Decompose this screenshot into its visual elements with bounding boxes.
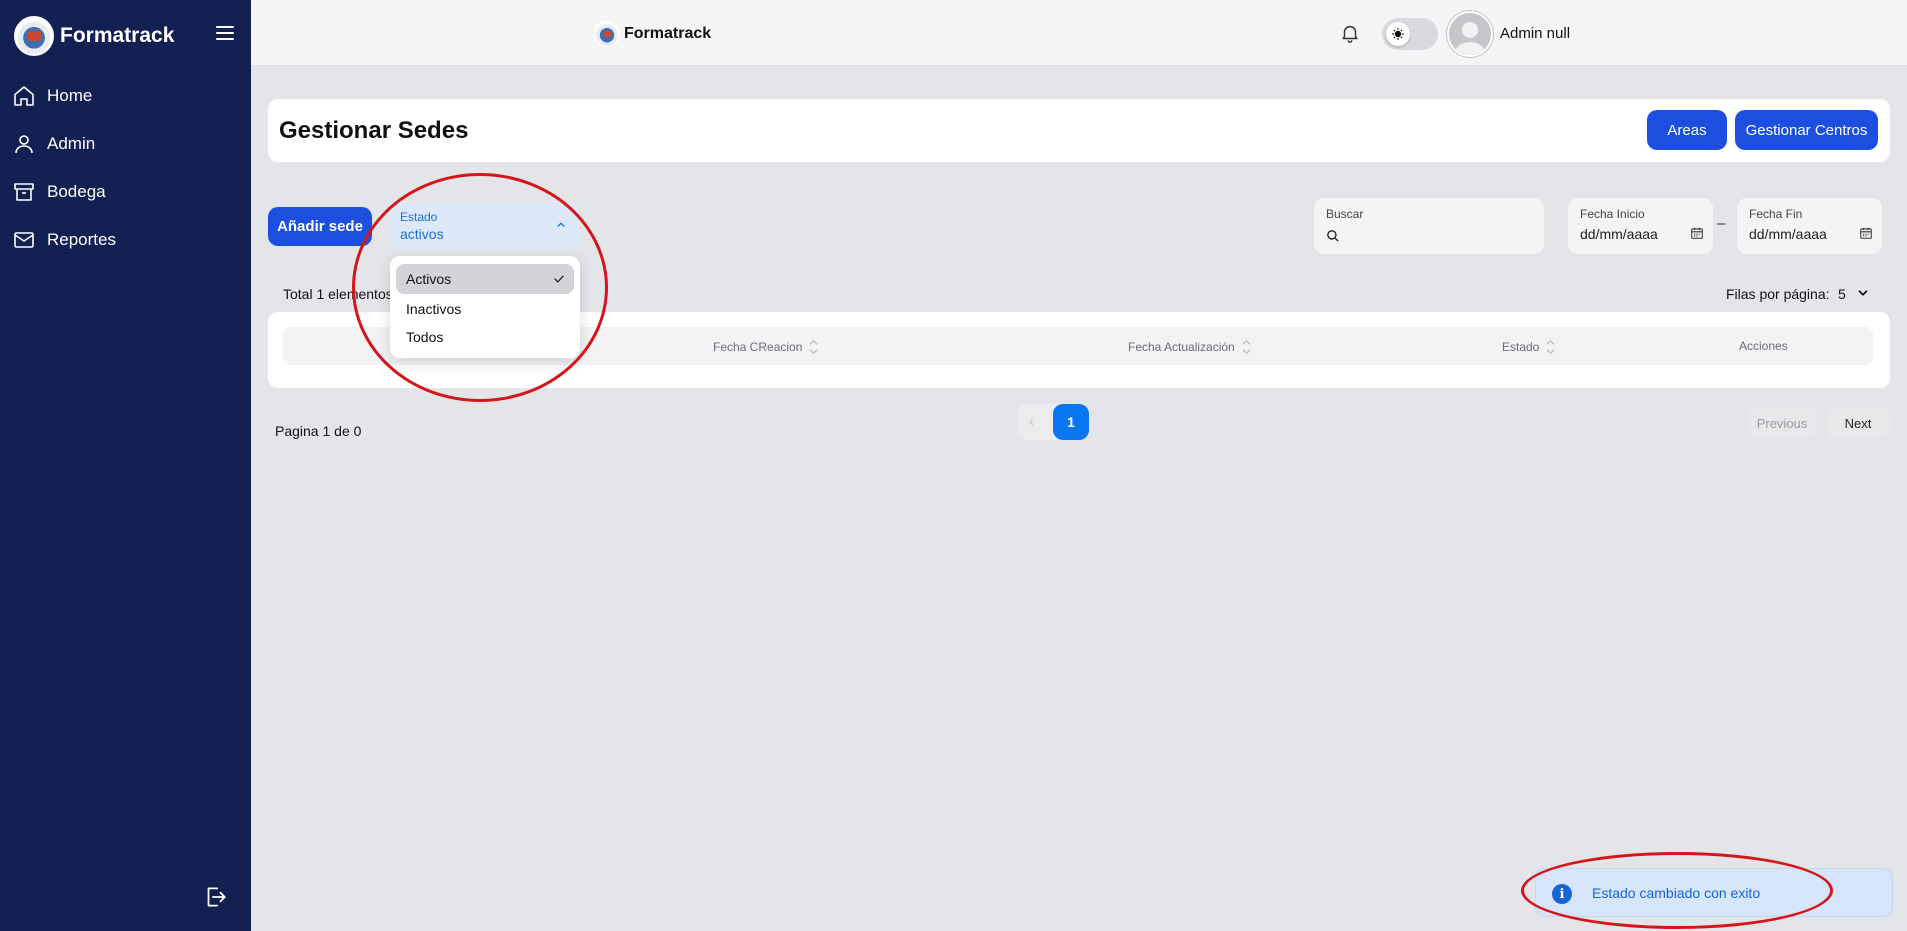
logo-icon (594, 21, 620, 47)
username[interactable]: Admin null (1500, 25, 1570, 42)
sidebar-item-label: Bodega (47, 182, 106, 201)
sort-icon (1242, 339, 1251, 355)
archive-icon (14, 183, 34, 201)
pager-prev-arrow[interactable]: ‹ (1029, 413, 1034, 429)
sidebar-item-label: Reportes (47, 230, 116, 249)
sort-icon (1546, 339, 1555, 355)
rows-per-page-select[interactable]: 5 (1838, 286, 1846, 302)
avatar[interactable] (1447, 11, 1493, 57)
fecha-fin-value: dd/mm/aaaa (1749, 226, 1827, 242)
column-header-fecha-creacion[interactable]: Fecha CReacion (713, 339, 818, 355)
brand-name: Formatrack (60, 24, 175, 47)
page-number-button[interactable]: 1 (1053, 404, 1089, 440)
topbar-brand: Formatrack (594, 21, 711, 47)
page-header: Gestionar Sedes Areas Gestionar Centros (268, 99, 1890, 162)
topbar-brand-name: Formatrack (624, 25, 712, 42)
date-range-separator: – (1717, 215, 1726, 232)
sidebar-item-bodega[interactable]: Bodega (0, 168, 251, 216)
calendar-icon[interactable] (1859, 226, 1873, 240)
search-icon (1327, 230, 1339, 242)
page-title: Gestionar Sedes (279, 117, 469, 144)
sidebar-item-label: Home (47, 86, 93, 105)
add-sede-button[interactable]: Añadir sede (268, 207, 372, 246)
sidebar-item-home[interactable]: Home (0, 72, 251, 120)
sidebar: Formatrack Home Admin Bodega Reportes (0, 0, 251, 931)
search-label: Buscar (1326, 207, 1364, 221)
rows-per-page-label: Filas por página: (1726, 286, 1830, 302)
column-header-fecha-actualizacion[interactable]: Fecha Actualización (1128, 339, 1251, 355)
next-button[interactable]: Next (1826, 408, 1890, 438)
home-icon (14, 86, 34, 106)
sun-icon (1386, 22, 1410, 46)
annotation-circle-dropdown (352, 173, 608, 402)
pagination: ‹ 1 (1017, 404, 1089, 440)
previous-button[interactable]: Previous (1747, 408, 1817, 438)
sidebar-brand[interactable]: Formatrack (14, 16, 174, 56)
column-header-estado[interactable]: Estado (1502, 339, 1555, 355)
sort-icon (809, 339, 818, 355)
logout-icon[interactable] (202, 884, 228, 910)
menu-icon[interactable] (216, 26, 234, 40)
fecha-fin-field[interactable]: Fecha Fin dd/mm/aaaa (1737, 198, 1882, 254)
sidebar-item-admin[interactable]: Admin (0, 120, 251, 168)
sidebar-item-reportes[interactable]: Reportes (0, 216, 251, 264)
logo-icon (14, 16, 54, 56)
mail-icon (14, 232, 34, 248)
chevron-down-icon[interactable] (1856, 286, 1870, 300)
user-icon (15, 135, 33, 154)
areas-button[interactable]: Areas (1647, 110, 1727, 150)
topbar: Formatrack Admin null (251, 0, 1907, 66)
fecha-inicio-label: Fecha Inicio (1580, 207, 1645, 221)
fecha-fin-label: Fecha Fin (1749, 207, 1803, 221)
gestionar-centros-button[interactable]: Gestionar Centros (1735, 110, 1878, 150)
annotation-circle-toast (1521, 852, 1833, 929)
calendar-icon[interactable] (1690, 226, 1704, 240)
sidebar-nav: Home Admin Bodega Reportes (0, 72, 251, 264)
column-header-acciones: Acciones (1739, 339, 1788, 353)
search-input[interactable]: Buscar (1314, 198, 1544, 254)
sidebar-item-label: Admin (47, 134, 96, 153)
theme-toggle[interactable] (1382, 18, 1438, 50)
bell-icon[interactable] (1339, 22, 1361, 44)
fecha-inicio-value: dd/mm/aaaa (1580, 226, 1658, 242)
fecha-inicio-field[interactable]: Fecha Inicio dd/mm/aaaa (1568, 198, 1713, 254)
page-info: Pagina 1 de 0 (275, 423, 362, 439)
